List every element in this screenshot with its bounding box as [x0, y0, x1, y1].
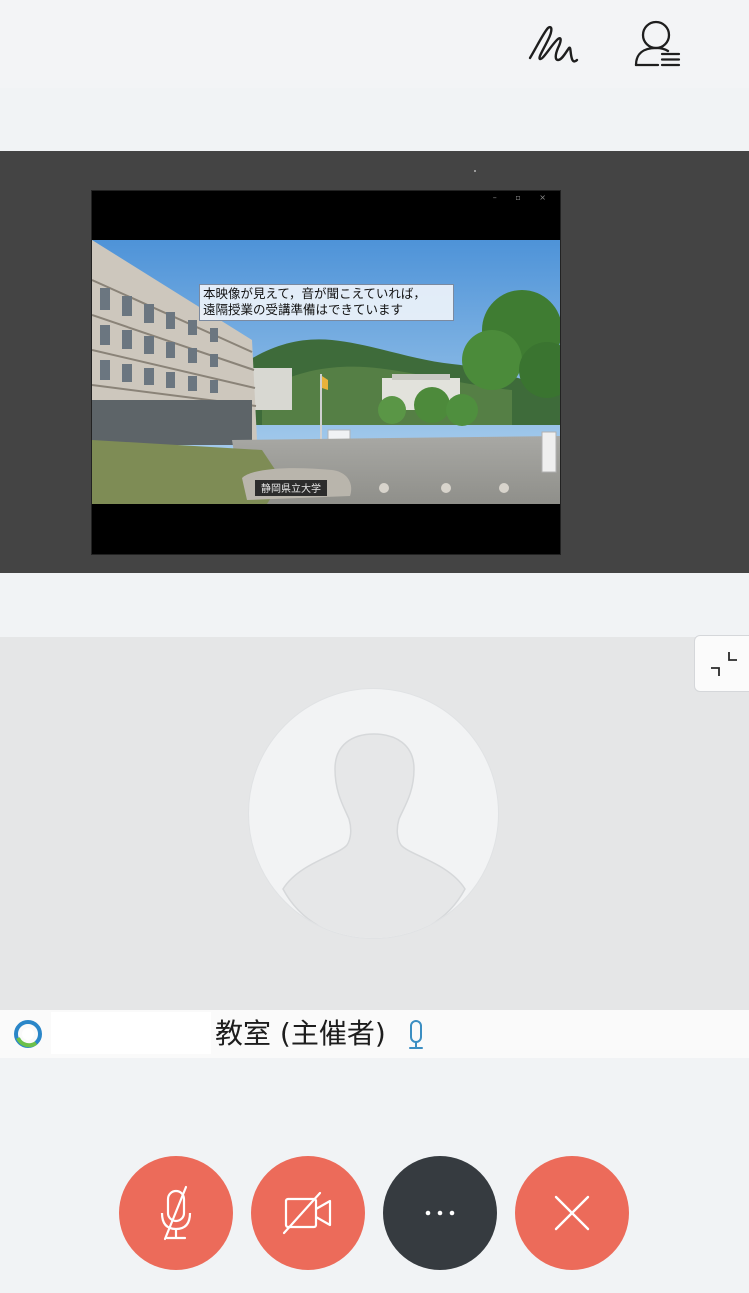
participants-button[interactable]: [628, 16, 688, 72]
microphone-icon: [409, 1020, 423, 1049]
more-options-button[interactable]: [383, 1156, 497, 1270]
video-off-icon: [282, 1191, 332, 1235]
collapse-arrows-icon: [711, 652, 737, 676]
minimize-video-button[interactable]: [694, 635, 749, 692]
scribble-annotate-icon: [528, 26, 579, 63]
shared-application-window: – ▫ × 静岡県立大学 本映像が見えて，音が聞こえていれば， 遠隔授業の受講準…: [91, 190, 561, 555]
participant-video-tile[interactable]: [0, 635, 749, 1010]
campus-video-frame: 静岡県立大学 本映像が見えて，音が聞こえていれば， 遠隔授業の受講準備はできてい…: [92, 240, 560, 504]
participant-name: 教室 (主催者): [215, 1017, 386, 1050]
microphone-muted-icon: [160, 1185, 192, 1241]
caption-line-1: 本映像が見えて，音が聞こえていれば，: [203, 286, 426, 301]
cursor-dot: [474, 170, 476, 172]
top-toolbar: [0, 0, 749, 88]
mute-button[interactable]: [119, 1156, 233, 1270]
default-avatar-icon: [248, 688, 499, 939]
participants-list-icon: [634, 20, 681, 67]
redacted-name-area: [51, 1012, 211, 1054]
more-dots-icon: [425, 1210, 455, 1216]
divider-strip: [0, 573, 749, 637]
stop-video-button[interactable]: [251, 1156, 365, 1270]
window-controls: – ▫ ×: [492, 193, 554, 202]
webex-logo-icon: [14, 1020, 42, 1048]
campus-scene-image: 静岡県立大学: [92, 240, 560, 504]
screen-share-area[interactable]: – ▫ × 静岡県立大学 本映像が見えて，音が聞こえていれば， 遠隔授業の受講準…: [0, 151, 749, 573]
caption-line-2: 遠隔授業の受講準備はできています: [203, 302, 404, 317]
annotate-button[interactable]: [522, 18, 584, 72]
close-icon: [554, 1195, 590, 1231]
leave-meeting-button[interactable]: [515, 1156, 629, 1270]
participant-name-bar: 教室 (主催者): [0, 1010, 749, 1058]
caption-overlay: 本映像が見えて，音が聞こえていれば， 遠隔授業の受講準備はできています: [199, 284, 454, 321]
monument-sign-text: 静岡県立大学: [261, 482, 321, 495]
